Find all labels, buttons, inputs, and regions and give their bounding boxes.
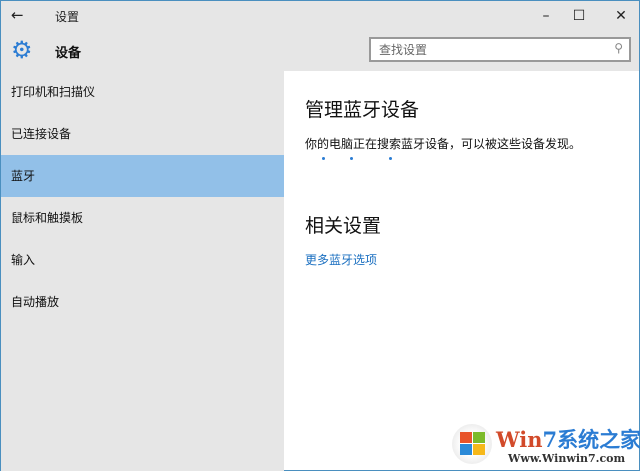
section-heading: 管理蓝牙设备 (305, 99, 420, 121)
progress-dot (389, 157, 392, 160)
minimize-button[interactable]: – (531, 4, 561, 28)
sidebar-item-mouse-touchpad[interactable]: 鼠标和触摸板 (1, 197, 284, 239)
windows-logo-icon (452, 424, 492, 464)
settings-window: ← 设置 – ☐ ✕ ⚙ 设备 ⚲ 打印机和扫描仪 已连接设备 蓝牙 鼠标和触摸… (0, 0, 640, 471)
back-arrow-icon[interactable]: ← (11, 6, 24, 24)
window-title: 设置 (55, 10, 80, 24)
progress-dot (350, 157, 353, 160)
progress-dot (322, 157, 325, 160)
sidebar-item-bluetooth[interactable]: 蓝牙 (1, 155, 284, 197)
title-bar: ← 设置 – ☐ ✕ (1, 1, 639, 31)
gear-icon: ⚙ (11, 36, 33, 64)
status-text: 你的电脑正在搜索蓝牙设备，可以被这些设备发现。 (305, 137, 582, 151)
more-bluetooth-options-link[interactable]: 更多蓝牙选项 (305, 251, 377, 268)
watermark-brand: Win7系统之家 (496, 427, 640, 452)
watermark: Win7系统之家 Www.Winwin7.com (446, 416, 640, 468)
sidebar: 打印机和扫描仪 已连接设备 蓝牙 鼠标和触摸板 输入 自动播放 (1, 71, 284, 471)
search-icon[interactable]: ⚲ (614, 41, 623, 55)
close-button[interactable]: ✕ (606, 4, 636, 28)
content-pane: 管理蓝牙设备 你的电脑正在搜索蓝牙设备，可以被这些设备发现。 相关设置 更多蓝牙… (284, 71, 639, 470)
search-box[interactable]: ⚲ (369, 37, 631, 62)
page-title: 设备 (55, 46, 82, 61)
watermark-url: Www.Winwin7.com (508, 452, 626, 465)
page-header: ⚙ 设备 ⚲ (1, 31, 639, 71)
sidebar-item-typing[interactable]: 输入 (1, 239, 284, 281)
maximize-button[interactable]: ☐ (564, 4, 594, 28)
sidebar-item-printers[interactable]: 打印机和扫描仪 (1, 71, 284, 113)
related-settings-heading: 相关设置 (305, 215, 382, 237)
sidebar-item-autoplay[interactable]: 自动播放 (1, 281, 284, 323)
sidebar-item-connected-devices[interactable]: 已连接设备 (1, 113, 284, 155)
search-input[interactable] (371, 39, 591, 61)
